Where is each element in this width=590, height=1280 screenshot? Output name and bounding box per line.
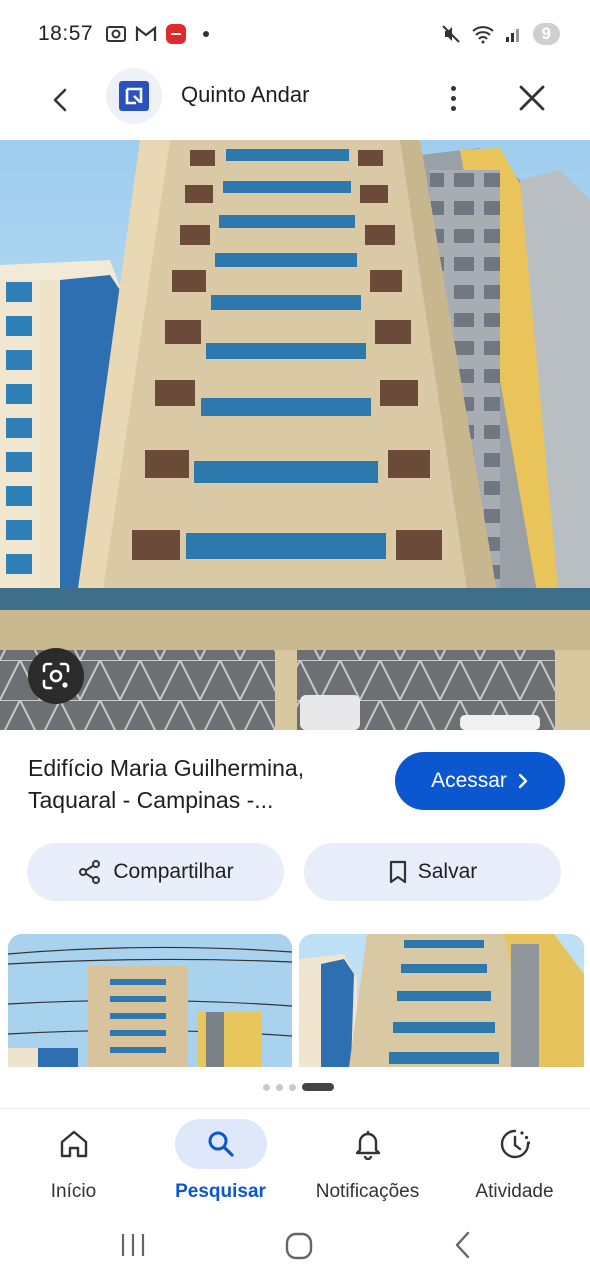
nav-item-notifications[interactable]: Notificações bbox=[294, 1119, 441, 1203]
result-title: Edifício Maria Guilhermina, Taquaral - C… bbox=[28, 755, 305, 813]
mute-icon bbox=[441, 25, 460, 43]
notification-icons bbox=[105, 23, 210, 45]
building-thumbnail bbox=[299, 934, 584, 1067]
visit-button[interactable]: Acessar bbox=[395, 752, 565, 810]
pager-dot-active bbox=[301, 1083, 334, 1091]
main-image[interactable] bbox=[0, 140, 590, 730]
close-button[interactable] bbox=[514, 80, 550, 116]
save-label: Salvar bbox=[417, 860, 478, 883]
save-button[interactable]: Salvar bbox=[304, 843, 561, 901]
search-icon bbox=[208, 1131, 234, 1157]
recent-apps-button[interactable] bbox=[118, 1232, 148, 1263]
system-navigation-bar bbox=[0, 1214, 590, 1280]
site-logo bbox=[106, 68, 162, 124]
gmail-icon bbox=[135, 25, 157, 41]
status-time: 18:57 bbox=[38, 22, 94, 45]
back-button[interactable] bbox=[42, 82, 78, 118]
nav-label-search: Pesquisar bbox=[175, 1181, 266, 1202]
pager-dot bbox=[275, 1083, 283, 1091]
battery-indicator: 9 bbox=[532, 23, 560, 45]
lens-icon bbox=[42, 662, 70, 690]
share-icon bbox=[79, 860, 101, 884]
more-vert-icon bbox=[450, 85, 456, 91]
nav-item-search[interactable]: Pesquisar bbox=[147, 1119, 294, 1203]
more-notifications-dot bbox=[203, 31, 210, 37]
bookmark-icon bbox=[389, 860, 406, 884]
home-square-icon bbox=[285, 1232, 313, 1260]
carousel-pager bbox=[0, 1083, 590, 1091]
quinto-andar-logo-icon bbox=[119, 81, 149, 111]
visit-button-label: Acessar bbox=[431, 769, 507, 792]
share-label: Compartilhar bbox=[113, 860, 234, 883]
wifi-icon bbox=[471, 26, 494, 44]
system-back-button[interactable] bbox=[452, 1230, 474, 1265]
bottom-navigation: Início Pesquisar Notificações Atividade bbox=[0, 1108, 590, 1214]
system-status-icons: 9 bbox=[441, 23, 560, 45]
status-bar: 18:57 9 bbox=[0, 0, 590, 68]
home-system-button[interactable] bbox=[284, 1231, 314, 1266]
chevron-left-icon bbox=[53, 88, 67, 112]
activity-icon bbox=[500, 1129, 530, 1159]
related-image-1[interactable] bbox=[8, 934, 292, 1067]
pager-dot bbox=[262, 1083, 270, 1091]
google-lens-button[interactable] bbox=[28, 648, 84, 704]
pager-dot bbox=[288, 1083, 296, 1091]
nav-item-activity[interactable]: Atividade bbox=[441, 1119, 588, 1203]
more-options-button[interactable] bbox=[438, 78, 468, 118]
screenshot-icon bbox=[106, 26, 127, 42]
nav-label-notifications: Notificações bbox=[315, 1181, 420, 1202]
home-icon bbox=[60, 1130, 87, 1158]
chevron-right-icon bbox=[518, 773, 528, 789]
app-header: Quinto Andar bbox=[0, 68, 590, 140]
app-notification-icon bbox=[166, 24, 187, 44]
signal-icon bbox=[505, 29, 519, 42]
back-arrow-icon bbox=[455, 1231, 470, 1259]
nav-label-activity: Atividade bbox=[475, 1181, 554, 1202]
close-icon bbox=[519, 85, 545, 111]
nav-label-home: Início bbox=[50, 1181, 97, 1202]
nav-item-home[interactable]: Início bbox=[0, 1119, 147, 1203]
site-title: Quinto Andar bbox=[181, 82, 310, 107]
related-image-2[interactable] bbox=[299, 934, 584, 1067]
recent-apps-icon bbox=[121, 1234, 145, 1256]
building-thumbnail bbox=[8, 934, 292, 1067]
building-photo bbox=[0, 140, 590, 730]
bell-icon bbox=[355, 1131, 380, 1160]
share-button[interactable]: Compartilhar bbox=[27, 843, 284, 901]
